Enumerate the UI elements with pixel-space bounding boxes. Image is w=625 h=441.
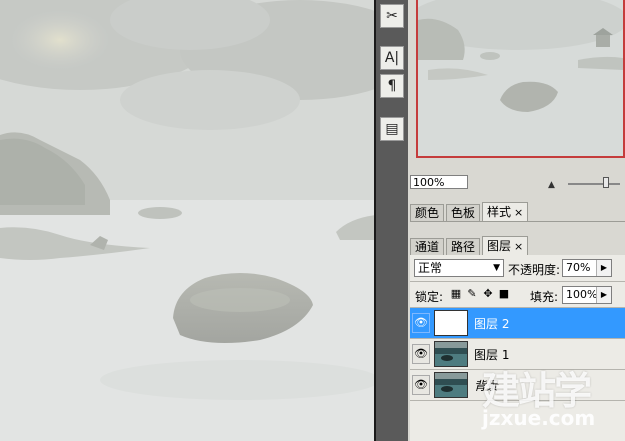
paragraph-icon[interactable]: ¶ xyxy=(380,74,404,98)
layer-name[interactable]: 背景 xyxy=(474,377,498,394)
foggy-lake-image xyxy=(0,0,374,441)
panel-dock-strip: ✂ A| ¶ ▤ xyxy=(376,0,408,441)
layer-thumbnail-image xyxy=(435,342,467,366)
layer-row[interactable]: 👁 图层 2 xyxy=(410,308,625,339)
divider xyxy=(410,281,625,282)
eye-icon[interactable]: 👁 xyxy=(412,313,430,333)
layer-thumbnail xyxy=(434,341,468,367)
lock-label: 锁定: xyxy=(415,290,444,304)
lock-all-icon[interactable]: ■ xyxy=(498,288,510,300)
document-canvas[interactable] xyxy=(0,0,376,441)
layer-row[interactable]: 👁 图层 1 xyxy=(410,339,625,370)
tab-color[interactable]: 颜色 xyxy=(410,204,445,221)
close-icon[interactable]: × xyxy=(514,206,523,219)
layer-thumbnail-image xyxy=(435,373,467,397)
zoom-slider-thumb[interactable] xyxy=(603,177,609,188)
lock-position-icon[interactable]: ✥ xyxy=(482,288,494,300)
layers-panel: 正常 ▼ 不透明度: 70% ▶ 锁定: ▦ ✎ ✥ ■ 填充: 100% ▶ … xyxy=(410,255,625,441)
lock-pixels-icon[interactable]: ✎ xyxy=(466,288,478,300)
blend-mode-select[interactable]: 正常 ▼ xyxy=(414,259,504,277)
layer-thumbnail xyxy=(434,372,468,398)
tools-icon[interactable]: ✂ xyxy=(380,4,404,28)
character-icon[interactable]: A| xyxy=(380,46,404,70)
chevron-right-icon[interactable]: ▶ xyxy=(596,287,611,303)
eye-icon[interactable]: 👁 xyxy=(412,375,430,395)
tab-layers[interactable]: 图层 × xyxy=(482,236,529,255)
navigator-preview[interactable] xyxy=(416,0,625,158)
color-panel-tabs: 颜色 色板 样式 × xyxy=(410,201,530,221)
tab-swatches[interactable]: 色板 xyxy=(446,204,481,221)
opacity-input[interactable]: 70% ▶ xyxy=(562,259,612,277)
panels-column: 100% ▲ 颜色 色板 样式 × 通道 路径 图层 × 正常 ▼ 不透明度: 70… xyxy=(408,0,625,441)
tab-channels[interactable]: 通道 xyxy=(410,238,445,255)
fill-input[interactable]: 100% ▶ xyxy=(562,286,612,304)
chevron-down-icon: ▼ xyxy=(493,263,500,273)
opacity-label: 不透明度: xyxy=(508,263,561,277)
tab-paths[interactable]: 路径 xyxy=(446,238,481,255)
close-icon[interactable]: × xyxy=(514,240,523,253)
tab-styles[interactable]: 样式 × xyxy=(482,202,529,221)
layers-panel-tabs: 通道 路径 图层 × xyxy=(410,235,530,255)
zoom-slider-track[interactable] xyxy=(568,183,620,185)
layer-name[interactable]: 图层 2 xyxy=(474,315,509,332)
layer-row[interactable]: 👁 背景 xyxy=(410,370,625,401)
lock-transparent-icon[interactable]: ▦ xyxy=(450,288,462,300)
zoom-input[interactable]: 100% xyxy=(410,175,468,189)
eye-icon[interactable]: 👁 xyxy=(412,344,430,364)
fill-label: 填充: xyxy=(530,290,559,304)
chevron-right-icon[interactable]: ▶ xyxy=(596,260,611,276)
layer-thumbnail xyxy=(434,310,468,336)
navigator-thumbnail xyxy=(418,0,623,156)
zoom-out-icon[interactable]: ▲ xyxy=(548,180,555,190)
layer-comps-icon[interactable]: ▤ xyxy=(380,117,404,141)
navigator-controls: 100% ▲ xyxy=(408,170,625,192)
divider xyxy=(410,221,625,222)
layer-name[interactable]: 图层 1 xyxy=(474,346,509,363)
